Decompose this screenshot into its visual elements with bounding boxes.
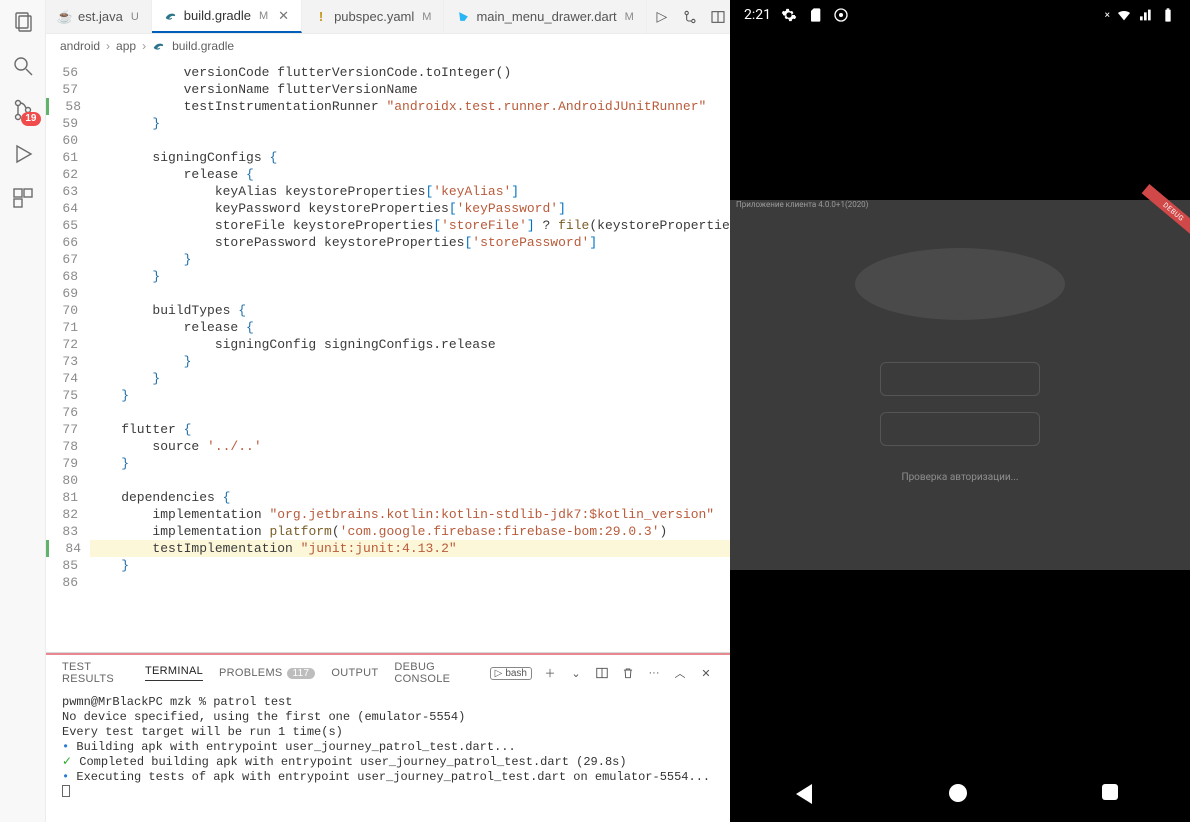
terminal-shell-picker[interactable]: ▷ bash: [490, 667, 532, 680]
tab-status: U: [131, 11, 139, 23]
split-terminal-icon[interactable]: [594, 665, 610, 681]
nav-back-button[interactable]: [796, 784, 818, 806]
wifi-off-indicator: ×: [1105, 10, 1110, 21]
wifi-icon: [1116, 7, 1132, 23]
tab-debug-console[interactable]: DEBUG CONSOLE: [394, 661, 473, 685]
tab-test-results[interactable]: TEST RESULTS: [62, 661, 129, 685]
tab-label: est.java: [78, 9, 123, 24]
run-icon[interactable]: ▷: [653, 8, 671, 26]
android-emulator: 2:21 × Приложение клиента 4.0.0+1(2020) …: [730, 0, 1190, 822]
scm-badge: 19: [21, 112, 40, 126]
kill-terminal-icon[interactable]: [620, 665, 636, 681]
tab-terminal[interactable]: TERMINAL: [145, 665, 203, 681]
bottom-panel: TEST RESULTS TERMINAL PROBLEMS117 OUTPUT…: [46, 652, 730, 822]
sd-card-icon: [807, 7, 823, 23]
source-control-icon[interactable]: 19: [9, 96, 37, 124]
tab-status: M: [422, 11, 431, 23]
tab-main_menu_drawer-dart[interactable]: main_menu_drawer.dart M: [444, 0, 646, 33]
close-panel-icon[interactable]: ✕: [698, 665, 714, 681]
tab-label: main_menu_drawer.dart: [476, 9, 616, 24]
emulator-app-surface: Приложение клиента 4.0.0+1(2020) DEBUG П…: [730, 200, 1190, 570]
tab-label: build.gradle: [184, 8, 251, 23]
signal-icon: [1138, 7, 1154, 23]
tab-bar: ☕ est.java Ubuild.gradle M ✕! pubspec.yaml Mma…: [46, 0, 730, 34]
tab-pubspec-yaml[interactable]: ! pubspec.yaml M: [302, 0, 444, 33]
skeleton-input: [880, 362, 1040, 396]
settings-gear-icon: [781, 7, 797, 23]
line-gutter: 5657585960616263646566676869707172737475…: [46, 58, 90, 652]
yaml-icon: !: [314, 10, 328, 24]
tab-label: pubspec.yaml: [334, 9, 414, 24]
close-icon[interactable]: ✕: [278, 8, 289, 24]
more-icon[interactable]: ···: [646, 665, 662, 681]
emulator-status-bar: 2:21 ×: [730, 0, 1190, 30]
chevron-right-icon: ›: [106, 39, 110, 53]
split-editor-icon[interactable]: [709, 8, 727, 26]
emulator-app-title: Приложение клиента 4.0.0+1(2020): [736, 200, 868, 209]
skeleton-logo: [855, 248, 1065, 320]
extensions-icon[interactable]: [9, 184, 37, 212]
nav-recent-button[interactable]: [1102, 784, 1124, 806]
emulator-screen[interactable]: Приложение клиента 4.0.0+1(2020) DEBUG П…: [730, 30, 1190, 768]
clock: 2:21: [744, 7, 771, 23]
code-editor[interactable]: 5657585960616263646566676869707172737475…: [46, 58, 730, 652]
problems-count-badge: 117: [287, 668, 316, 679]
breadcrumb-segment[interactable]: android: [60, 39, 100, 53]
terminal-output[interactable]: pwmn@MrBlackPC mzk % patrol test No devi…: [46, 691, 730, 822]
run-debug-icon[interactable]: [9, 140, 37, 168]
new-terminal-icon[interactable]: ＋: [542, 665, 558, 681]
skeleton-input: [880, 412, 1040, 446]
breadcrumb-segment[interactable]: app: [116, 39, 136, 53]
chevron-right-icon: ›: [142, 39, 146, 53]
battery-icon: [1160, 7, 1176, 23]
explorer-icon[interactable]: [9, 8, 37, 36]
chevron-up-icon[interactable]: ︿: [672, 665, 688, 681]
editor-column: ☕ est.java Ubuild.gradle M ✕! pubspec.yaml Mma…: [46, 0, 730, 822]
compare-changes-icon[interactable]: [681, 8, 699, 26]
app-circle-icon: [833, 7, 849, 23]
nav-home-button[interactable]: [949, 784, 971, 806]
panel-tabs: TEST RESULTS TERMINAL PROBLEMS117 OUTPUT…: [46, 655, 730, 691]
tab-status: M: [259, 10, 268, 22]
emulator-status-text: Проверка авторизации...: [901, 472, 1018, 483]
breadcrumb[interactable]: android › app › build.gradle: [46, 34, 730, 58]
code-content[interactable]: versionCode flutterVersionCode.toInteger…: [90, 58, 730, 652]
search-icon[interactable]: [9, 52, 37, 80]
tab-output[interactable]: OUTPUT: [331, 667, 378, 679]
dart-icon: [456, 10, 470, 24]
emulator-nav-bar: [730, 768, 1190, 822]
tab-build-gradle[interactable]: build.gradle M ✕: [152, 0, 302, 33]
tab-problems[interactable]: PROBLEMS117: [219, 667, 315, 679]
java-icon: ☕: [58, 10, 72, 24]
gradle-icon: [152, 39, 166, 53]
tab-est-java[interactable]: ☕ est.java U: [46, 0, 152, 33]
gradle-icon: [164, 9, 178, 23]
breadcrumb-segment[interactable]: build.gradle: [172, 39, 234, 53]
activity-bar: 19: [0, 0, 46, 822]
terminal-dropdown-icon[interactable]: ⌄: [568, 665, 584, 681]
tab-status: M: [625, 11, 634, 23]
